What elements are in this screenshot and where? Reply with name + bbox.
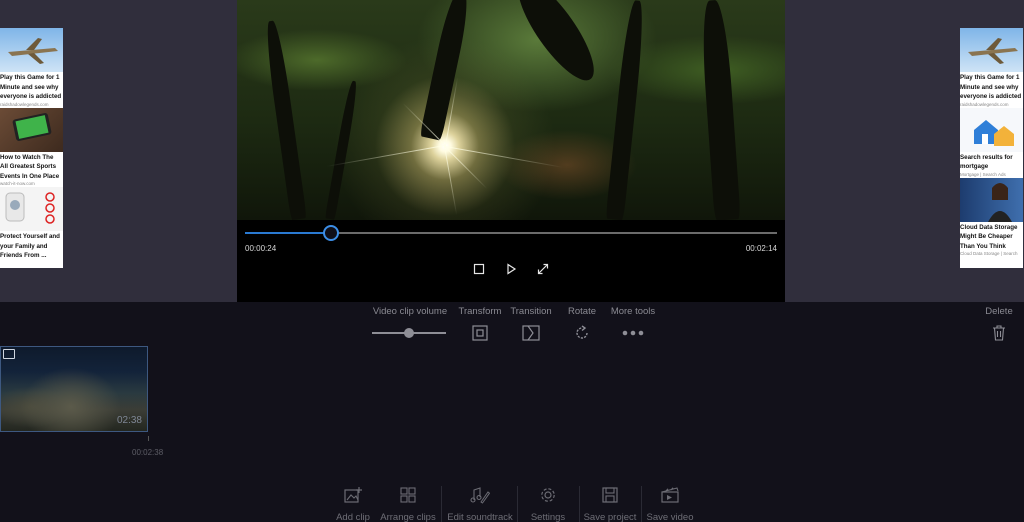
- edit-soundtrack-label: Edit soundtrack: [447, 512, 513, 522]
- ad-item[interactable]: Cloud Data Storage Might Be Cheaper Than…: [960, 177, 1023, 258]
- divider: [579, 486, 580, 522]
- video-preview[interactable]: 00:00:24 00:02:14: [237, 0, 785, 302]
- add-clip-label: Add clip: [336, 512, 370, 522]
- arrange-clips-label: Arrange clips: [380, 512, 436, 522]
- add-clip-icon: [334, 485, 372, 505]
- stop-button[interactable]: [470, 260, 488, 278]
- ad-image-repeller: [0, 187, 63, 231]
- seek-progress: [245, 232, 332, 234]
- tree-trunk: [699, 0, 741, 221]
- clip-duration: 02:38: [116, 415, 142, 426]
- grid-icon: [380, 485, 436, 505]
- ad-image-server-room: [960, 177, 1023, 222]
- ad-image-houses: [960, 107, 1023, 152]
- ad-headline: How to Watch The All Greatest Sports Eve…: [0, 153, 60, 180]
- transform-label: Transform: [458, 306, 502, 317]
- more-tools-button[interactable]: More tools: [607, 306, 659, 343]
- volume-thumb[interactable]: [404, 328, 414, 338]
- save-video-label: Save video: [646, 512, 694, 522]
- seek-thumb[interactable]: [323, 225, 340, 241]
- fullscreen-button[interactable]: [534, 260, 552, 278]
- ad-item[interactable]: How to Watch The All Greatest Sports Eve…: [0, 107, 63, 188]
- music-pencil-icon: [446, 485, 514, 505]
- delete-button[interactable]: Delete: [982, 306, 1016, 343]
- ad-headline: Cloud Data Storage Might Be Cheaper Than…: [960, 223, 1018, 250]
- edit-soundtrack-button[interactable]: Edit soundtrack: [446, 485, 514, 522]
- rotate-button[interactable]: Rotate: [564, 306, 600, 343]
- ad-image-plane: [960, 28, 1023, 72]
- ad-panel-left[interactable]: Play this Game for 1 Minute and see why …: [0, 28, 63, 268]
- trash-icon: [982, 323, 1016, 343]
- divider: [517, 486, 518, 522]
- arrange-clips-button[interactable]: Arrange clips: [380, 485, 436, 522]
- video-frame: [237, 0, 785, 221]
- volume-slider[interactable]: [372, 328, 446, 338]
- more-dots-icon: [607, 323, 659, 343]
- preview-area: Play this Game for 1 Minute and see why …: [0, 0, 1024, 302]
- tree-trunk: [605, 0, 647, 221]
- ad-source: Cloud Data Storage | Search: [960, 251, 1018, 256]
- tree-trunk: [324, 80, 360, 220]
- ad-headline: Play this Game for 1 Minute and see why …: [0, 74, 62, 100]
- ad-headline: Play this Game for 1 Minute and see why …: [960, 74, 1022, 100]
- ad-headline: Search results for mortgage: [960, 153, 1013, 171]
- transition-label: Transition: [510, 306, 552, 317]
- ad-image-phone: [0, 107, 63, 152]
- person-icon: [988, 182, 1012, 222]
- add-clip-button[interactable]: Add clip: [334, 485, 372, 522]
- transition-icon: [509, 323, 553, 343]
- delete-label: Delete: [985, 306, 1013, 317]
- settings-label: Settings: [530, 512, 566, 522]
- video-clip-volume-control: Video clip volume: [372, 306, 448, 338]
- expand-icon: [537, 263, 549, 275]
- ad-headline: Protect Yourself and your Family and Fri…: [0, 233, 60, 259]
- divider: [441, 486, 442, 522]
- plane-icon: [968, 38, 1018, 64]
- tree-trunk: [263, 19, 307, 221]
- floppy-icon: [583, 485, 637, 505]
- rotate-label: Rotate: [568, 306, 596, 317]
- plane-icon: [8, 38, 58, 64]
- ad-item[interactable]: Search results for mortgage Mortgage | S…: [960, 107, 1023, 178]
- video-editor-window: Play this Game for 1 Minute and see why …: [0, 0, 1024, 522]
- houses-icon: [974, 119, 1014, 146]
- video-clip-icon: [3, 349, 15, 359]
- more-tools-label: More tools: [610, 306, 656, 317]
- stop-icon: [473, 263, 485, 275]
- gear-icon: [528, 485, 568, 505]
- phone-icon: [12, 112, 52, 141]
- divider: [641, 486, 642, 522]
- ad-item[interactable]: Play this Game for 1 Minute and see why …: [960, 28, 1023, 108]
- rotate-icon: [564, 323, 600, 343]
- total-time: 00:02:14: [745, 244, 777, 253]
- save-video-button[interactable]: Save video: [646, 485, 694, 522]
- timeline-clip[interactable]: 02:38: [0, 346, 148, 432]
- transform-icon: [458, 323, 502, 343]
- ad-item[interactable]: Protect Yourself and your Family and Fri…: [0, 187, 63, 261]
- ad-image-plane: [0, 28, 63, 72]
- seek-bar[interactable]: [245, 225, 777, 241]
- current-time: 00:00:24: [245, 244, 277, 253]
- save-project-button[interactable]: Save project: [583, 485, 637, 522]
- play-icon: [507, 263, 517, 275]
- tree-trunk: [506, 0, 606, 91]
- plug-device-icon: [5, 192, 55, 224]
- transform-button[interactable]: Transform: [458, 306, 502, 343]
- transition-button[interactable]: Transition: [509, 306, 553, 343]
- timeline-time: 00:02:38: [132, 448, 164, 457]
- clapperboard-icon: [646, 485, 694, 505]
- player-controls: 00:00:24 00:02:14: [237, 220, 785, 302]
- save-project-label: Save project: [583, 512, 637, 522]
- ad-panel-right[interactable]: Play this Game for 1 Minute and see why …: [960, 28, 1023, 268]
- play-button[interactable]: [502, 260, 520, 278]
- settings-button[interactable]: Settings: [528, 485, 568, 522]
- timeline-marker: [148, 436, 149, 441]
- volume-label: Video clip volume: [372, 306, 448, 317]
- ad-item[interactable]: Play this Game for 1 Minute and see why …: [0, 28, 63, 108]
- tree-trunk: [419, 0, 473, 141]
